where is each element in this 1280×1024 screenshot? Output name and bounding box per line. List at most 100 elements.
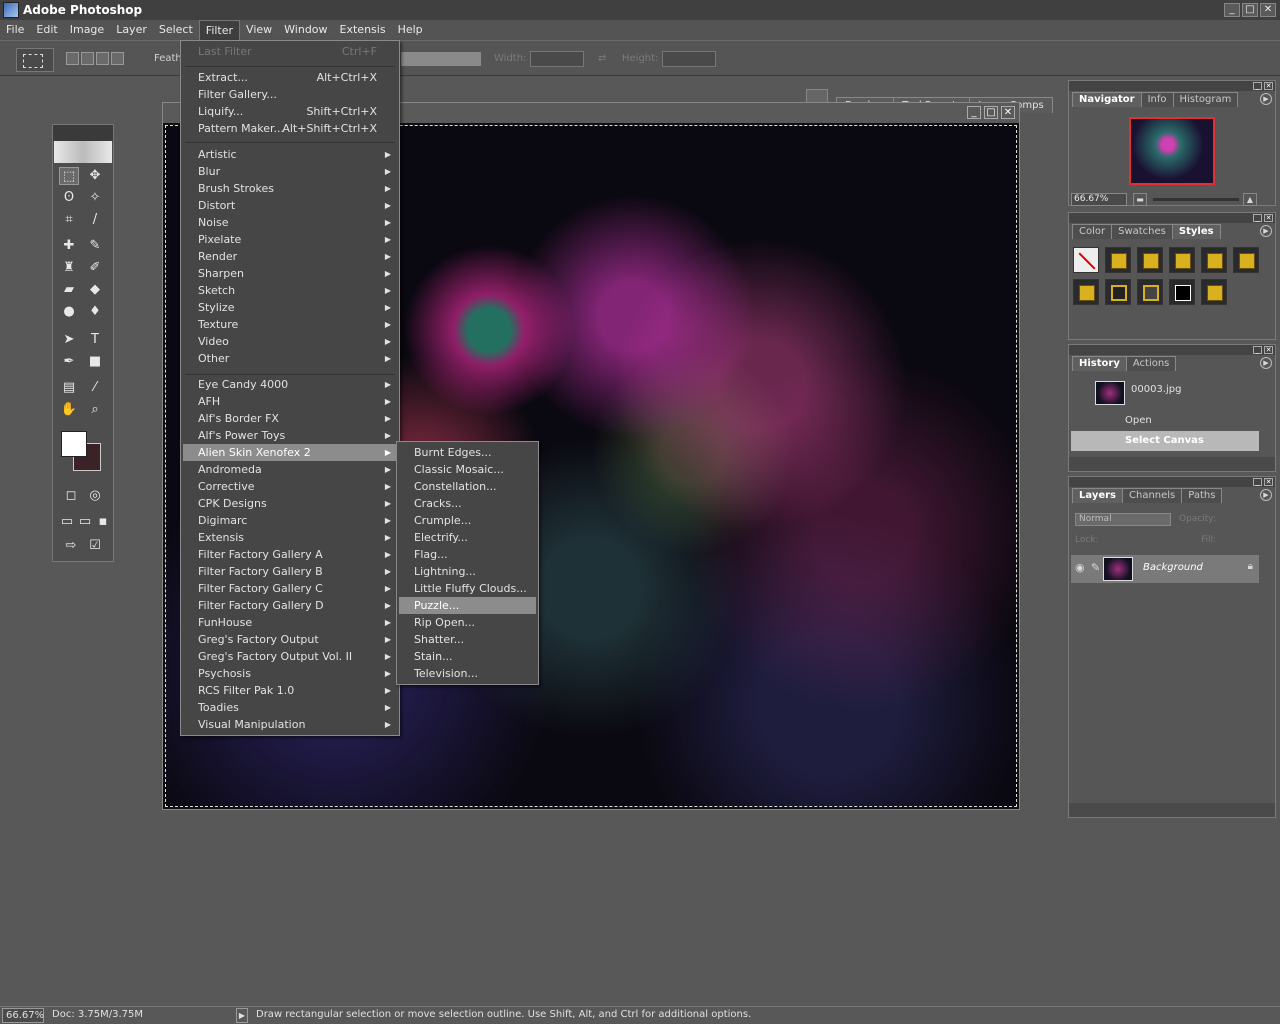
doc-maximize-button[interactable]: □ xyxy=(984,106,998,119)
brush-link-icon[interactable]: ✎ xyxy=(1091,561,1100,574)
menu-item-psychosis[interactable]: Psychosis ▶ xyxy=(183,665,397,682)
palette-menu-icon[interactable]: ▶ xyxy=(1260,93,1272,105)
zoom-out-icon[interactable]: ▬ xyxy=(1133,193,1147,206)
palette-menu-icon[interactable]: ▶ xyxy=(1260,225,1272,237)
eyedropper-icon[interactable]: ⁄ xyxy=(85,379,105,397)
style-swatch[interactable] xyxy=(1201,247,1227,273)
notes-tool-icon[interactable]: ▤ xyxy=(59,379,79,397)
menu-help[interactable]: Help xyxy=(392,20,429,40)
menu-item-liquify[interactable]: Liquify... Shift+Ctrl+X xyxy=(183,103,397,120)
type-tool-icon[interactable]: T xyxy=(85,331,105,349)
feather-logo-icon[interactable] xyxy=(54,141,112,163)
style-swatch[interactable] xyxy=(1073,279,1099,305)
zoom-slider[interactable] xyxy=(1153,198,1239,201)
pen-tool-icon[interactable]: ✒ xyxy=(59,353,79,371)
style-swatch[interactable] xyxy=(1137,247,1163,273)
tab-styles[interactable]: Styles xyxy=(1171,224,1221,239)
palette-close-icon[interactable]: ✕ xyxy=(1264,214,1273,222)
style-swatch[interactable] xyxy=(1169,279,1195,305)
style-swatch-none[interactable] xyxy=(1073,247,1099,273)
submenu-item-puzzle[interactable]: Puzzle... xyxy=(399,597,536,614)
menu-item-toadies[interactable]: Toadies ▶ xyxy=(183,699,397,716)
history-snapshot[interactable]: 00003.jpg xyxy=(1071,379,1259,409)
blur-tool-icon[interactable]: ● xyxy=(59,303,79,321)
menu-item-greg-s-factory-output-vol-ii[interactable]: Greg's Factory Output Vol. II ▶ xyxy=(183,648,397,665)
jump-to-imageready-icon[interactable]: ⇨ xyxy=(61,537,81,555)
menu-edit[interactable]: Edit xyxy=(30,20,63,40)
palette-minimize-icon[interactable]: _ xyxy=(1253,214,1262,222)
crop-tool-icon[interactable]: ⌗ xyxy=(59,211,79,229)
history-brush-icon[interactable]: ✐ xyxy=(85,259,105,277)
palette-topbar[interactable]: _ ✕ xyxy=(1069,477,1275,487)
menu-layer[interactable]: Layer xyxy=(110,20,153,40)
blend-mode-select[interactable]: Normal xyxy=(1075,513,1171,526)
screen-mode-full-menu-icon[interactable]: ▭ xyxy=(75,513,95,531)
menu-item-eye-candy-4000[interactable]: Eye Candy 4000 ▶ xyxy=(183,376,397,393)
minimize-button[interactable]: _ xyxy=(1224,3,1240,17)
menu-item-filter-factory-gallery-a[interactable]: Filter Factory Gallery A ▶ xyxy=(183,546,397,563)
palette-minimize-icon[interactable]: _ xyxy=(1253,82,1262,90)
menu-item-sharpen[interactable]: Sharpen ▶ xyxy=(183,265,397,282)
menu-item-alf-s-power-toys[interactable]: Alf's Power Toys ▶ xyxy=(183,427,397,444)
history-state-open[interactable]: Open xyxy=(1071,411,1259,431)
zoom-tool-icon[interactable]: ⌕ xyxy=(85,401,105,419)
palette-minimize-icon[interactable]: _ xyxy=(1253,346,1262,354)
new-selection-button[interactable] xyxy=(66,52,79,65)
status-menu-arrow-icon[interactable]: ▶ xyxy=(236,1008,248,1023)
tab-swatches[interactable]: Swatches xyxy=(1111,224,1173,239)
swap-icon[interactable]: ⇄ xyxy=(598,53,606,64)
palette-menu-icon[interactable]: ▶ xyxy=(1260,489,1272,501)
tab-history[interactable]: History xyxy=(1072,356,1127,371)
marquee-tool-icon[interactable]: ⬚ xyxy=(59,167,79,185)
move-tool-icon[interactable]: ✥ xyxy=(85,167,105,185)
style-swatch[interactable] xyxy=(1105,279,1131,305)
foreground-color-swatch[interactable] xyxy=(61,431,87,457)
submenu-item-little-fluffy-clouds[interactable]: Little Fluffy Clouds... xyxy=(399,580,536,597)
tab-info[interactable]: Info xyxy=(1140,92,1174,107)
style-swatch[interactable] xyxy=(1105,247,1131,273)
submenu-item-flag[interactable]: Flag... xyxy=(399,546,536,563)
menu-item-greg-s-factory-output[interactable]: Greg's Factory Output ▶ xyxy=(183,631,397,648)
palette-topbar[interactable]: _ ✕ xyxy=(1069,81,1275,91)
tab-layers[interactable]: Layers xyxy=(1072,488,1123,503)
history-state-select-canvas[interactable]: Select Canvas xyxy=(1071,431,1259,451)
eye-icon[interactable]: ◉ xyxy=(1075,561,1085,574)
menu-item-blur[interactable]: Blur ▶ xyxy=(183,163,397,180)
menu-item-extensis[interactable]: Extensis ▶ xyxy=(183,529,397,546)
screen-mode-standard-icon[interactable]: ▭ xyxy=(57,513,77,531)
menu-file[interactable]: File xyxy=(0,20,30,40)
menu-item-alien-skin-xenofex-2[interactable]: Alien Skin Xenofex 2 ▶ xyxy=(183,444,397,461)
shape-tool-icon[interactable]: ■ xyxy=(85,353,105,371)
menu-item-corrective[interactable]: Corrective ▶ xyxy=(183,478,397,495)
palette-topbar[interactable]: _ ✕ xyxy=(1069,213,1275,223)
tab-color[interactable]: Color xyxy=(1072,224,1113,239)
menu-item-texture[interactable]: Texture ▶ xyxy=(183,316,397,333)
submenu-item-burnt-edges[interactable]: Burnt Edges... xyxy=(399,444,536,461)
subtract-selection-button[interactable] xyxy=(96,52,109,65)
checkbox-tool-icon[interactable]: ☑ xyxy=(85,537,105,555)
submenu-item-electrify[interactable]: Electrify... xyxy=(399,529,536,546)
style-dropdown[interactable] xyxy=(400,51,482,67)
palette-close-icon[interactable]: ✕ xyxy=(1264,82,1273,90)
layer-name[interactable]: Background xyxy=(1143,562,1203,573)
screen-mode-full-icon[interactable]: ▪ xyxy=(93,513,113,531)
standard-mode-icon[interactable]: ◻ xyxy=(61,487,81,505)
submenu-item-constellation[interactable]: Constellation... xyxy=(399,478,536,495)
eraser-tool-icon[interactable]: ▰ xyxy=(59,281,79,299)
zoom-in-icon[interactable]: ▲ xyxy=(1243,193,1257,206)
layer-row-background[interactable]: ◉ ✎ Background 🔒︎ xyxy=(1071,555,1259,583)
intersect-selection-button[interactable] xyxy=(111,52,124,65)
menu-item-visual-manipulation[interactable]: Visual Manipulation ▶ xyxy=(183,716,397,733)
height-input[interactable] xyxy=(662,51,716,67)
lasso-tool-icon[interactable]: ʘ xyxy=(59,189,79,207)
toolbox-header[interactable] xyxy=(53,125,113,141)
brush-tool-icon[interactable]: ✎ xyxy=(85,237,105,255)
tab-actions[interactable]: Actions xyxy=(1125,356,1177,371)
menu-item-cpk-designs[interactable]: CPK Designs ▶ xyxy=(183,495,397,512)
menu-item-alf-s-border-fx[interactable]: Alf's Border FX ▶ xyxy=(183,410,397,427)
submenu-item-classic-mosaic[interactable]: Classic Mosaic... xyxy=(399,461,536,478)
doc-minimize-button[interactable]: _ xyxy=(967,106,981,119)
palette-topbar[interactable]: _ ✕ xyxy=(1069,345,1275,355)
menu-select[interactable]: Select xyxy=(153,20,199,40)
menu-item-andromeda[interactable]: Andromeda ▶ xyxy=(183,461,397,478)
